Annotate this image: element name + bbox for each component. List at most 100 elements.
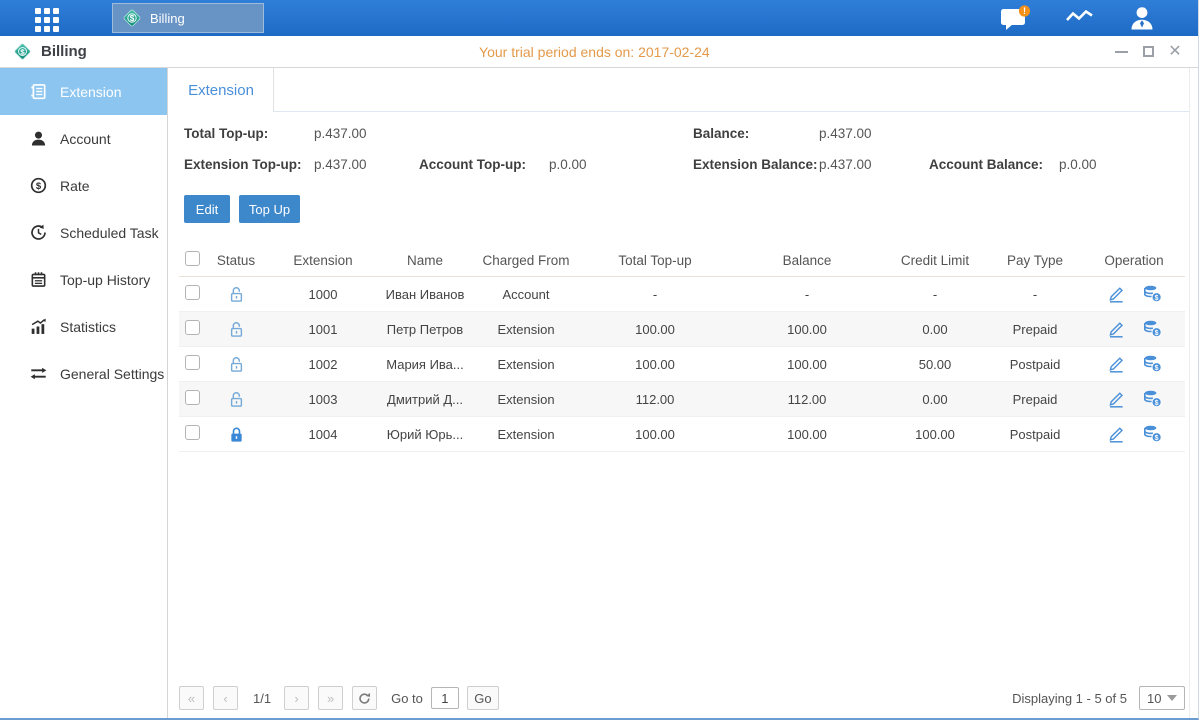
sidebar-item-label: Statistics	[60, 319, 116, 335]
sidebar-item-general-settings[interactable]: General Settings	[0, 350, 167, 397]
user-icon[interactable]	[1129, 5, 1155, 31]
pay-type-cell: Prepaid	[987, 322, 1083, 337]
edit-icon[interactable]	[1107, 356, 1125, 373]
trial-notice: Your trial period ends on: 2017-02-24	[479, 44, 710, 60]
window-title: Billing	[41, 43, 87, 60]
name-cell: Дмитрий Д...	[377, 392, 473, 407]
go-button[interactable]: Go	[467, 686, 499, 710]
close-icon[interactable]: ✕	[1168, 45, 1182, 59]
scheduled-task-icon	[30, 224, 47, 241]
edit-icon[interactable]	[1107, 286, 1125, 303]
tab-extension[interactable]: Extension	[169, 68, 274, 112]
top-up-button[interactable]: Top Up	[239, 195, 300, 223]
topup-icon[interactable]: $	[1143, 425, 1162, 443]
pay-type-cell: Prepaid	[987, 392, 1083, 407]
charged-from-cell: Account	[473, 287, 579, 302]
extension-icon	[30, 83, 47, 100]
col-name: Name	[377, 253, 473, 268]
unlocked-icon	[229, 355, 244, 370]
total-topup-cell: 112.00	[579, 392, 731, 407]
extension-balance-value: p.437.00	[819, 157, 872, 172]
credit-limit-cell: -	[883, 287, 987, 302]
billing-diamond-icon: $	[13, 42, 33, 62]
edit-button[interactable]: Edit	[184, 195, 230, 223]
maximize-icon[interactable]	[1141, 45, 1155, 59]
edit-icon[interactable]	[1107, 321, 1125, 338]
topup-icon[interactable]: $	[1143, 320, 1162, 338]
col-status: Status	[203, 253, 269, 268]
col-operation: Operation	[1083, 253, 1185, 268]
svg-text:!: !	[1023, 5, 1026, 15]
row-checkbox[interactable]	[185, 285, 200, 300]
row-checkbox[interactable]	[185, 355, 200, 370]
next-page-icon[interactable]: ›	[284, 686, 309, 710]
sidebar-item-topup-history[interactable]: Top-up History	[0, 256, 167, 303]
apps-grid-icon[interactable]	[35, 8, 59, 32]
topup-icon[interactable]: $	[1143, 390, 1162, 408]
account-balance-label: Account Balance:	[929, 157, 1043, 172]
table-body: 1000 Иван Иванов Account - - - - $	[179, 277, 1185, 452]
balance-cell: 100.00	[731, 427, 883, 442]
sidebar-item-account[interactable]: Account	[0, 115, 167, 162]
prev-page-icon[interactable]: ‹	[213, 686, 238, 710]
unlocked-icon	[229, 320, 244, 335]
billing-app-window: $ Billing !	[0, 0, 1199, 720]
credit-limit-cell: 0.00	[883, 322, 987, 337]
sidebar-item-label: Extension	[60, 84, 121, 100]
pagination-bar: « ‹ 1/1 › » Go to Go Displaying 1 - 5 of…	[179, 685, 1185, 711]
row-checkbox[interactable]	[185, 425, 200, 440]
goto-label: Go to	[391, 691, 423, 706]
topup-icon[interactable]: $	[1143, 355, 1162, 373]
sidebar-item-statistics[interactable]: Statistics	[0, 303, 167, 350]
row-checkbox[interactable]	[185, 390, 200, 405]
svg-text:$: $	[20, 47, 25, 56]
edit-icon[interactable]	[1107, 426, 1125, 443]
goto-page-input[interactable]	[431, 687, 459, 709]
credit-limit-cell: 0.00	[883, 392, 987, 407]
page-size-select[interactable]: 10	[1139, 686, 1185, 710]
pay-type-cell: -	[987, 287, 1083, 302]
minimize-icon[interactable]	[1114, 45, 1128, 59]
svg-text:$: $	[1154, 330, 1158, 337]
monitor-chart-icon[interactable]	[1065, 7, 1095, 29]
svg-text:$: $	[130, 14, 135, 23]
pay-type-cell: Postpaid	[987, 357, 1083, 372]
sidebar-item-scheduled-task[interactable]: Scheduled Task	[0, 209, 167, 256]
extension-cell: 1004	[269, 427, 377, 442]
tab-strip: Extension	[168, 68, 1198, 112]
row-checkbox[interactable]	[185, 320, 200, 335]
taskbar: $ Billing !	[0, 0, 1198, 36]
svg-text:$: $	[1154, 295, 1158, 302]
taskbar-billing-tab[interactable]: $ Billing	[112, 3, 264, 33]
message-icon[interactable]: !	[1000, 5, 1031, 32]
page-size-value: 10	[1147, 691, 1161, 706]
select-all-checkbox[interactable]	[185, 251, 200, 266]
svg-text:$: $	[1154, 435, 1158, 442]
table-row: 1003 Дмитрий Д... Extension 112.00 112.0…	[179, 382, 1185, 417]
refresh-icon[interactable]	[352, 686, 377, 710]
titlebar: $ Billing Your trial period ends on: 201…	[0, 36, 1198, 68]
first-page-icon[interactable]: «	[179, 686, 204, 710]
last-page-icon[interactable]: »	[318, 686, 343, 710]
sidebar-item-rate[interactable]: $ Rate	[0, 162, 167, 209]
account-icon	[30, 130, 47, 147]
sidebar-item-label: Top-up History	[60, 272, 150, 288]
total-topup-cell: -	[579, 287, 731, 302]
balance-value: p.437.00	[819, 126, 872, 141]
taskbar-tab-label: Billing	[150, 11, 185, 26]
main-content: Extension Total Top-up: p.437.00 Balance…	[168, 68, 1198, 718]
edit-icon[interactable]	[1107, 391, 1125, 408]
balance-cell: 100.00	[731, 322, 883, 337]
sidebar-item-label: General Settings	[60, 366, 164, 382]
extension-table: Status Extension Name Charged From Total…	[179, 244, 1185, 452]
svg-text:$: $	[36, 181, 42, 192]
sidebar-item-extension[interactable]: Extension	[0, 68, 167, 115]
col-balance: Balance	[731, 253, 883, 268]
svg-text:$: $	[1154, 400, 1158, 407]
balance-cell: 112.00	[731, 392, 883, 407]
table-row: 1002 Мария Ива... Extension 100.00 100.0…	[179, 347, 1185, 382]
topup-icon[interactable]: $	[1143, 285, 1162, 303]
extension-cell: 1003	[269, 392, 377, 407]
topup-history-icon	[30, 271, 47, 288]
charged-from-cell: Extension	[473, 357, 579, 372]
